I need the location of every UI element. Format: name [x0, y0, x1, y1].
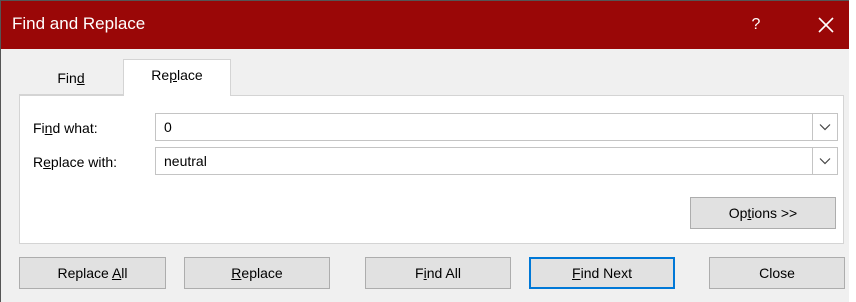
tab-replace-label: Replace [151, 67, 203, 83]
close-button[interactable]: Close [709, 257, 845, 289]
replace-with-combo[interactable]: neutral [155, 147, 838, 175]
dialog-title: Find and Replace [12, 14, 146, 33]
find-what-label: Find what: [33, 120, 98, 136]
chevron-down-icon[interactable] [812, 148, 837, 174]
find-what-combo[interactable]: 0 [155, 113, 838, 141]
close-icon[interactable] [813, 12, 839, 38]
help-button[interactable]: ? [741, 11, 771, 39]
find-replace-dialog: Find and Replace ? Find Replace Find wha… [0, 0, 849, 302]
tab-find-label: Find [57, 70, 85, 86]
options-button[interactable]: Options >> [690, 197, 836, 229]
title-bar: Find and Replace ? [1, 1, 849, 49]
find-next-button[interactable]: Find Next [529, 257, 675, 289]
replace-with-input[interactable]: neutral [164, 153, 207, 169]
replace-button[interactable]: Replace [184, 257, 330, 289]
chevron-down-icon[interactable] [812, 114, 837, 140]
find-all-button[interactable]: Find All [365, 257, 511, 289]
replace-with-label: Replace with: [33, 154, 118, 170]
find-what-input[interactable]: 0 [164, 119, 172, 135]
tab-find[interactable]: Find [19, 60, 123, 95]
tab-replace[interactable]: Replace [123, 59, 231, 96]
replace-all-button[interactable]: Replace All [19, 257, 166, 289]
replace-panel: Find what: 0 Replace with: neutral Optio… [19, 95, 844, 244]
